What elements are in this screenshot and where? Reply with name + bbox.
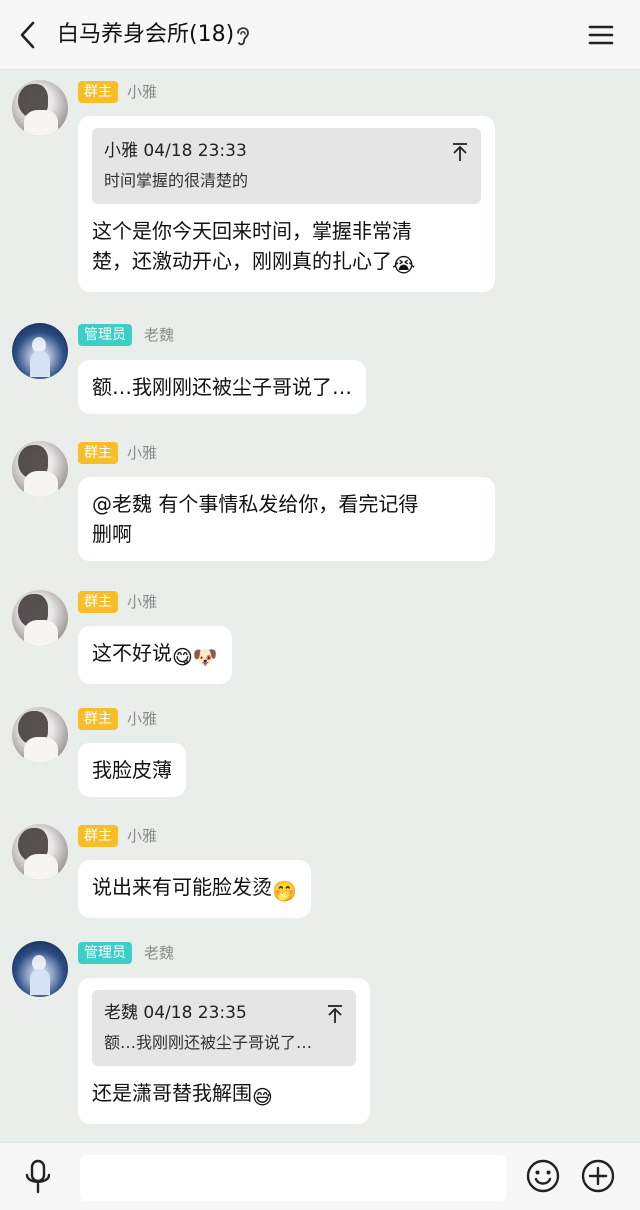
quote-text: 额…我刚刚还被尘子哥说了… [104,1033,313,1052]
message-text-line: 这不好说 [92,641,172,665]
message-text-line: 楚，还激动开心，刚刚真的扎心了 [92,249,392,273]
avatar[interactable] [12,80,68,136]
menu-icon[interactable] [586,20,616,50]
crying-emoji-icon: 😭 [392,253,416,277]
sender-name: 小雅 [127,593,158,611]
owner-badge: 群主 [78,825,118,847]
shy-emoji-icon: 🤭 [272,879,297,903]
jump-to-top-icon[interactable] [326,1003,344,1025]
message-input[interactable] [80,1155,506,1201]
quoted-message[interactable]: 小雅 04/18 23:33 时间掌握的很清楚的 [92,128,481,204]
message-text-line: 说出来有可能脸发烫 [92,875,272,899]
message-bubble[interactable]: 说出来有可能脸发烫🤭 [78,860,311,918]
avatar[interactable] [12,590,68,646]
message-bubble[interactable]: 额…我刚刚还被尘子哥说了… [78,360,366,414]
quoted-message[interactable]: 老魏 04/18 23:35 额…我刚刚还被尘子哥说了… [92,990,356,1066]
smiley-icon[interactable] [525,1158,561,1194]
message-text-line: @老魏 有个事情私发给你，看完记得 [92,492,419,516]
owner-badge: 群主 [78,81,118,103]
owner-badge: 群主 [78,591,118,613]
mic-icon[interactable] [22,1159,54,1195]
top-bar: 白马养身会所(18) [0,0,640,70]
chat-title: 白马养身会所(18) [57,22,235,47]
avatar[interactable] [12,707,68,763]
avatar[interactable] [12,824,68,880]
plus-icon[interactable] [580,1158,616,1194]
message-text-line: 额…我刚刚还被尘子哥说了… [92,375,352,399]
sender-name: 小雅 [127,444,158,462]
avatar[interactable] [12,441,68,497]
message-bubble[interactable]: 小雅 04/18 23:33 时间掌握的很清楚的 这个是你今天回来时间，掌握非常… [78,116,495,292]
sender-name: 老魏 [144,944,175,962]
admin-badge: 管理员 [78,324,132,346]
tongue-emoji-icon: 😋🐶 [172,645,218,669]
message-text-line: 删啊 [92,522,132,546]
owner-badge: 群主 [78,442,118,464]
message-text-line: 我脸皮薄 [92,758,172,782]
quote-header: 小雅 04/18 23:33 [104,141,247,161]
ear-icon [234,24,252,48]
message-text-line: 还是潇哥替我解围 [92,1081,252,1105]
jump-to-top-icon[interactable] [451,141,469,163]
chevron-left-icon[interactable] [14,18,44,52]
sweat-emoji-icon: 😅 [252,1085,273,1109]
avatar[interactable] [12,941,68,997]
message-bubble[interactable]: 我脸皮薄 [78,743,186,797]
message-text-line: 这个是你今天回来时间，掌握非常清 [92,219,412,243]
message-bubble[interactable]: @老魏 有个事情私发给你，看完记得 删啊 [78,477,495,561]
sender-name: 小雅 [127,710,158,728]
sender-name: 小雅 [127,83,158,101]
message-bubble[interactable]: 这不好说😋🐶 [78,626,232,684]
message-bubble[interactable]: 老魏 04/18 23:35 额…我刚刚还被尘子哥说了… 还是潇哥替我解围😅 [78,978,370,1124]
sender-name: 老魏 [144,326,175,344]
admin-badge: 管理员 [78,942,132,964]
input-bar [0,1142,640,1210]
sender-name: 小雅 [127,827,158,845]
quote-header: 老魏 04/18 23:35 [104,1003,247,1023]
quote-text: 时间掌握的很清楚的 [104,171,249,190]
owner-badge: 群主 [78,708,118,730]
avatar[interactable] [12,323,68,379]
